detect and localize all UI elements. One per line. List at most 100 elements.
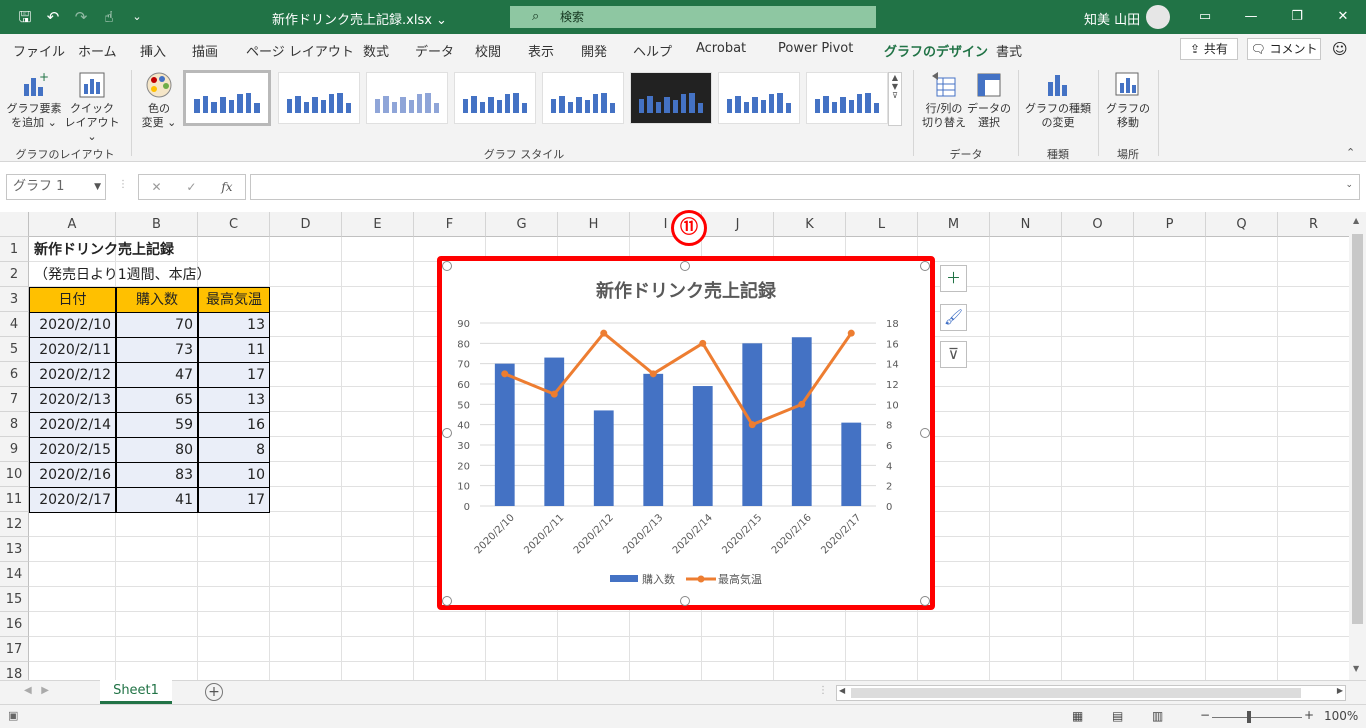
comment-button[interactable]: 🗨 コメント: [1247, 38, 1321, 60]
zoom-out-icon[interactable]: −: [1200, 708, 1210, 722]
scroll-right-icon[interactable]: ▶: [1337, 686, 1343, 695]
row-header[interactable]: 15: [0, 587, 29, 612]
column-header[interactable]: B: [116, 212, 198, 237]
purchases-cell[interactable]: 73: [116, 338, 198, 363]
tab-review[interactable]: 校閲: [475, 41, 501, 60]
row-header[interactable]: 5: [0, 337, 29, 362]
purchases-cell[interactable]: 47: [116, 363, 198, 388]
touch-mode-icon[interactable]: ☝: [98, 7, 120, 27]
tab-split-grip-icon[interactable]: ⋮: [818, 685, 828, 696]
column-header[interactable]: A: [29, 212, 116, 237]
row-header[interactable]: 6: [0, 362, 29, 387]
row-header[interactable]: 9: [0, 437, 29, 462]
sheet-title[interactable]: 新作ドリンク売上記録: [30, 238, 178, 262]
change-chart-type-button[interactable]: グラフの種類 の変更: [1024, 70, 1092, 130]
tab-draw[interactable]: 描画: [192, 41, 218, 60]
expand-formula-bar-icon[interactable]: ⌄: [1345, 180, 1353, 190]
max-temp-cell[interactable]: 17: [198, 363, 270, 388]
row-header[interactable]: 2: [0, 262, 29, 287]
row-header[interactable]: 8: [0, 412, 29, 437]
close-icon[interactable]: ✕: [1328, 6, 1358, 28]
switch-row-column-button[interactable]: 行/列の 切り替え: [918, 70, 970, 130]
restore-icon[interactable]: ❐: [1282, 6, 1312, 28]
name-box[interactable]: グラフ 1 ▼: [6, 174, 106, 200]
row-header[interactable]: 12: [0, 512, 29, 537]
move-chart-button[interactable]: グラフの 移動: [1104, 70, 1152, 130]
chart-elements-icon[interactable]: ＋: [940, 265, 967, 292]
select-data-button[interactable]: データの 選択: [964, 70, 1014, 130]
change-colors-button[interactable]: 色の 変更 ⌄: [136, 70, 182, 130]
date-cell[interactable]: 2020/2/17: [29, 488, 116, 513]
column-header[interactable]: J: [702, 212, 774, 237]
chart-style-7[interactable]: [718, 72, 800, 124]
resize-handle-top-left[interactable]: [442, 261, 452, 271]
chart-style-5[interactable]: [542, 72, 624, 124]
purchases-cell[interactable]: 65: [116, 388, 198, 413]
tab-formulas[interactable]: 数式: [363, 41, 389, 60]
resize-handle-bottom-right[interactable]: [920, 596, 930, 606]
tab-insert[interactable]: 挿入: [140, 41, 166, 60]
zoom-slider-knob[interactable]: [1247, 711, 1251, 723]
gallery-scroll[interactable]: ▲ ▼ ⊽: [888, 72, 902, 126]
purchases-cell[interactable]: 80: [116, 438, 198, 463]
select-all-corner[interactable]: [0, 212, 29, 237]
column-header[interactable]: M: [918, 212, 990, 237]
page-break-view-icon[interactable]: ▥: [1152, 709, 1170, 725]
row-header[interactable]: 11: [0, 487, 29, 512]
column-header[interactable]: G: [486, 212, 558, 237]
vertical-scroll-thumb[interactable]: [1352, 234, 1363, 624]
column-header[interactable]: P: [1134, 212, 1206, 237]
minimize-icon[interactable]: —: [1236, 6, 1266, 28]
resize-handle-top[interactable]: [680, 261, 690, 271]
column-header[interactable]: D: [270, 212, 342, 237]
chart-style-6[interactable]: [630, 72, 712, 124]
tab-help[interactable]: ヘルプ: [633, 41, 672, 60]
max-temp-cell[interactable]: 11: [198, 338, 270, 363]
purchases-cell[interactable]: 41: [116, 488, 198, 513]
purchases-cell[interactable]: 70: [116, 313, 198, 338]
header-max-temp[interactable]: 最高気温: [198, 287, 270, 313]
chart-style-3[interactable]: [366, 72, 448, 124]
max-temp-cell[interactable]: 10: [198, 463, 270, 488]
column-header[interactable]: F: [414, 212, 486, 237]
cancel-icon[interactable]: ✕: [151, 180, 161, 194]
chart-styles-brush-icon[interactable]: 🖌: [940, 304, 967, 331]
sheet-tab-sheet1[interactable]: Sheet1: [100, 680, 172, 704]
normal-view-icon[interactable]: ▦: [1072, 709, 1090, 725]
date-cell[interactable]: 2020/2/10: [29, 313, 116, 338]
row-header[interactable]: 18: [0, 662, 29, 680]
chart-object[interactable]: 新作ドリンク売上記録 0 10 20 30 40 50 60 70 80 90 0 2 4 6 8 10 12 14…: [437, 256, 935, 610]
row-header[interactable]: 10: [0, 462, 29, 487]
tab-home[interactable]: ホーム: [78, 41, 117, 60]
insert-function-icon[interactable]: fx: [221, 180, 232, 194]
add-sheet-icon[interactable]: +: [205, 683, 223, 701]
header-date[interactable]: 日付: [29, 287, 116, 313]
chart-style-1[interactable]: [183, 70, 271, 126]
chart-style-2[interactable]: [278, 72, 360, 124]
chart-style-8[interactable]: [806, 72, 888, 124]
share-button[interactable]: ⇪ 共有: [1180, 38, 1238, 60]
avatar[interactable]: [1146, 5, 1170, 29]
row-header[interactable]: 17: [0, 637, 29, 662]
date-cell[interactable]: 2020/2/12: [29, 363, 116, 388]
resize-handle-bottom[interactable]: [680, 596, 690, 606]
purchases-cell[interactable]: 59: [116, 413, 198, 438]
sheet-nav-arrows-icon[interactable]: ◀ ▶: [24, 685, 49, 696]
formula-input[interactable]: ⌄: [250, 174, 1360, 200]
header-purchases[interactable]: 購入数: [116, 287, 198, 313]
zoom-in-icon[interactable]: +: [1304, 708, 1314, 722]
search-box[interactable]: ⌕ 検索: [510, 6, 876, 28]
tab-data[interactable]: データ: [415, 41, 454, 60]
vertical-scrollbar[interactable]: ▲ ▼: [1349, 212, 1366, 680]
column-header[interactable]: K: [774, 212, 846, 237]
resize-handle-left[interactable]: [442, 428, 452, 438]
user-name[interactable]: 知美 山田: [1084, 9, 1140, 28]
tab-format[interactable]: 書式: [996, 41, 1022, 60]
undo-icon[interactable]: ↶: [42, 7, 64, 27]
page-layout-view-icon[interactable]: ▤: [1112, 709, 1130, 725]
max-temp-cell[interactable]: 13: [198, 313, 270, 338]
collapse-ribbon-icon[interactable]: ⌃: [1346, 146, 1355, 159]
row-header[interactable]: 14: [0, 562, 29, 587]
row-header[interactable]: 4: [0, 312, 29, 337]
column-header[interactable]: H: [558, 212, 630, 237]
